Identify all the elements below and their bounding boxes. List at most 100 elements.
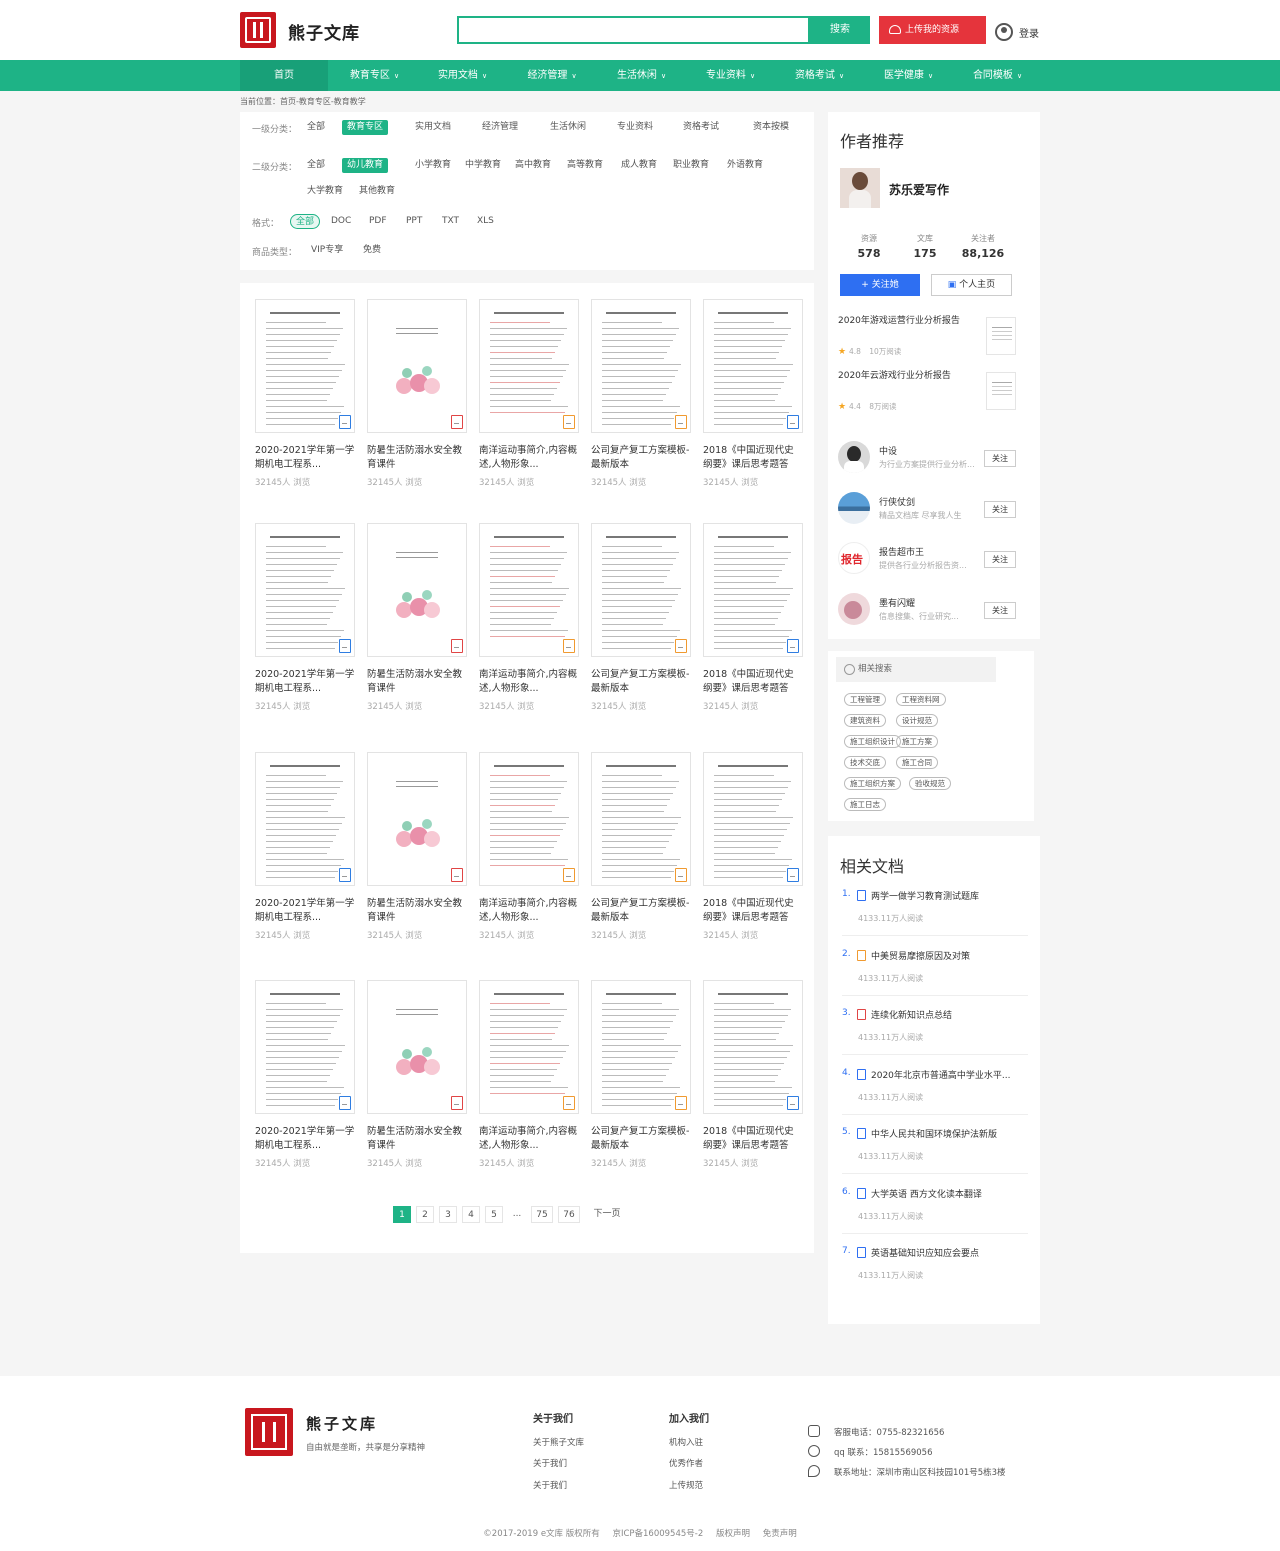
search-button[interactable]: 搜索 — [810, 16, 870, 44]
author-avatar[interactable] — [838, 593, 870, 625]
related-doc-title[interactable]: 2020年北京市普通高中学业水平... — [871, 1068, 1011, 1081]
document-title[interactable]: 2020-2021学年第一学期机电工程系... — [255, 444, 355, 472]
author-name[interactable]: 苏乐爱写作 — [889, 181, 949, 198]
filter-option[interactable]: 高中教育 — [510, 158, 556, 173]
filter-option[interactable]: PDF — [364, 214, 392, 229]
filter-option[interactable]: 外语教育 — [722, 158, 768, 173]
nav-item[interactable]: 实用文档 ∨ — [418, 60, 507, 91]
follow-button[interactable]: 关注 — [984, 602, 1016, 619]
document-thumbnail[interactable] — [367, 752, 467, 886]
author-name[interactable]: 行侠仗剑 — [879, 495, 915, 508]
filter-option[interactable]: VIP专享 — [306, 243, 348, 258]
filter-option[interactable]: 小学教育 — [410, 158, 456, 173]
next-page-button[interactable]: 下一页 — [588, 1206, 626, 1223]
footer-join-link[interactable]: 优秀作者 — [669, 1457, 703, 1469]
icp-text[interactable]: 京ICP备16009545号-2 — [612, 1529, 703, 1539]
follow-button[interactable]: 关注 — [984, 551, 1016, 568]
filter-option[interactable]: 职业教育 — [668, 158, 714, 173]
footer-about-link[interactable]: 关于我们 — [533, 1479, 567, 1491]
nav-item[interactable]: 资格考试 ∨ — [775, 60, 864, 91]
document-title[interactable]: 公司复产复工方案模板-最新版本 — [591, 668, 691, 696]
document-thumbnail[interactable] — [591, 523, 691, 657]
nav-item[interactable]: 经济管理 ∨ — [507, 60, 597, 91]
nav-item[interactable]: 专业资料 ∨ — [686, 60, 775, 91]
footer-join-link[interactable]: 机构入驻 — [669, 1436, 703, 1448]
author-name[interactable]: 中设 — [879, 444, 897, 457]
nav-item[interactable]: 生活休闲 ∨ — [597, 60, 686, 91]
document-thumbnail[interactable] — [703, 752, 803, 886]
nav-item[interactable]: 教育专区 ∨ — [330, 60, 419, 91]
follow-button[interactable]: 关注 — [984, 450, 1016, 467]
document-thumbnail[interactable] — [367, 980, 467, 1114]
document-thumbnail[interactable] — [703, 299, 803, 433]
document-title[interactable]: 防暑生活防溺水安全教育课件 — [367, 1125, 467, 1153]
recommended-doc-title[interactable]: 2020年云游戏行业分析报告 — [838, 368, 978, 381]
filter-option[interactable]: 全部 — [302, 158, 330, 173]
document-thumbnail[interactable] — [367, 523, 467, 657]
document-title[interactable]: 2018《中国近现代史纲要》课后思考题答案... — [703, 668, 803, 696]
recommended-doc-thumbnail[interactable] — [986, 317, 1016, 355]
nav-item[interactable]: 医学健康 ∨ — [864, 60, 953, 91]
follow-button[interactable]: 关注 — [984, 501, 1016, 518]
document-thumbnail[interactable] — [367, 299, 467, 433]
author-name[interactable]: 墨有闪耀 — [879, 596, 915, 609]
document-thumbnail[interactable] — [255, 980, 355, 1114]
footer-about-link[interactable]: 关于我们 — [533, 1457, 567, 1469]
author-homepage-button[interactable]: ▣ 个人主页 — [931, 274, 1012, 296]
footer-about-link[interactable]: 关于熊子文库 — [533, 1436, 584, 1448]
filter-option[interactable]: 成人教育 — [616, 158, 662, 173]
document-thumbnail[interactable] — [703, 523, 803, 657]
related-search-tag[interactable]: 工程管理 — [844, 693, 886, 706]
document-thumbnail[interactable] — [255, 299, 355, 433]
document-thumbnail[interactable] — [255, 523, 355, 657]
recommended-doc-title[interactable]: 2020年游戏运营行业分析报告 — [838, 313, 978, 326]
disclaimer-link[interactable]: 免责声明 — [763, 1529, 797, 1539]
page-number[interactable]: 3 — [439, 1206, 457, 1223]
user-icon[interactable] — [995, 23, 1013, 41]
filter-option[interactable]: 幼儿教育 — [342, 158, 389, 173]
related-doc-title[interactable]: 两学一做学习教育测试题库 — [871, 889, 979, 902]
filter-option[interactable]: 资本按模 — [748, 120, 794, 135]
filter-option[interactable]: 中学教育 — [460, 158, 506, 173]
document-title[interactable]: 2020-2021学年第一学期机电工程系... — [255, 1125, 355, 1153]
page-number[interactable]: 5 — [485, 1206, 503, 1223]
recommended-doc-thumbnail[interactable] — [986, 372, 1016, 410]
login-link[interactable]: 登录 — [1019, 25, 1039, 40]
document-thumbnail[interactable] — [591, 299, 691, 433]
copyright-notice-link[interactable]: 版权声明 — [716, 1529, 750, 1539]
related-search-tag[interactable]: 技术交底 — [844, 756, 886, 769]
document-thumbnail[interactable] — [591, 980, 691, 1114]
related-search-tag[interactable]: 施工日志 — [844, 798, 886, 811]
nav-item[interactable]: 合同模板 ∨ — [953, 60, 1042, 91]
document-thumbnail[interactable] — [255, 752, 355, 886]
document-title[interactable]: 南洋运动事简介,内容概述,人物形象... — [479, 444, 579, 472]
document-title[interactable]: 南洋运动事简介,内容概述,人物形象... — [479, 1125, 579, 1153]
filter-option[interactable]: 实用文档 — [410, 120, 456, 135]
filter-option[interactable]: 高等教育 — [562, 158, 608, 173]
document-title[interactable]: 南洋运动事简介,内容概述,人物形象... — [479, 897, 579, 925]
document-title[interactable]: 2020-2021学年第一学期机电工程系... — [255, 668, 355, 696]
document-thumbnail[interactable] — [591, 752, 691, 886]
related-doc-title[interactable]: 中华人民共和国环境保护法新版 — [871, 1127, 997, 1140]
document-title[interactable]: 防暑生活防溺水安全教育课件 — [367, 444, 467, 472]
document-title[interactable]: 防暑生活防溺水安全教育课件 — [367, 897, 467, 925]
filter-option[interactable]: 免费 — [358, 243, 386, 258]
document-title[interactable]: 2018《中国近现代史纲要》课后思考题答案... — [703, 897, 803, 925]
related-search-tag[interactable]: 设计规范 — [896, 714, 938, 727]
page-number[interactable]: 75 — [531, 1206, 553, 1223]
document-title[interactable]: 2018《中国近现代史纲要》课后思考题答案... — [703, 444, 803, 472]
filter-option[interactable]: 全部 — [290, 214, 321, 229]
filter-option[interactable]: 资格考试 — [678, 120, 724, 135]
author-avatar[interactable] — [838, 441, 870, 473]
related-search-tag[interactable]: 施工组织方案 — [844, 777, 901, 790]
filter-option[interactable]: DOC — [326, 214, 356, 229]
document-thumbnail[interactable] — [479, 299, 579, 433]
filter-option[interactable]: 专业资料 — [612, 120, 658, 135]
brand-name[interactable]: 熊子文库 — [288, 19, 360, 44]
related-doc-title[interactable]: 连续化新知识点总结 — [871, 1008, 952, 1021]
related-search-tag[interactable]: 施工组织设计 — [844, 735, 901, 748]
related-doc-title[interactable]: 中美贸易摩擦原因及对策 — [871, 949, 970, 962]
filter-option[interactable]: 全部 — [302, 120, 330, 135]
related-search-tag[interactable]: 验收规范 — [909, 777, 951, 790]
author-avatar[interactable]: 报告 — [838, 542, 870, 574]
